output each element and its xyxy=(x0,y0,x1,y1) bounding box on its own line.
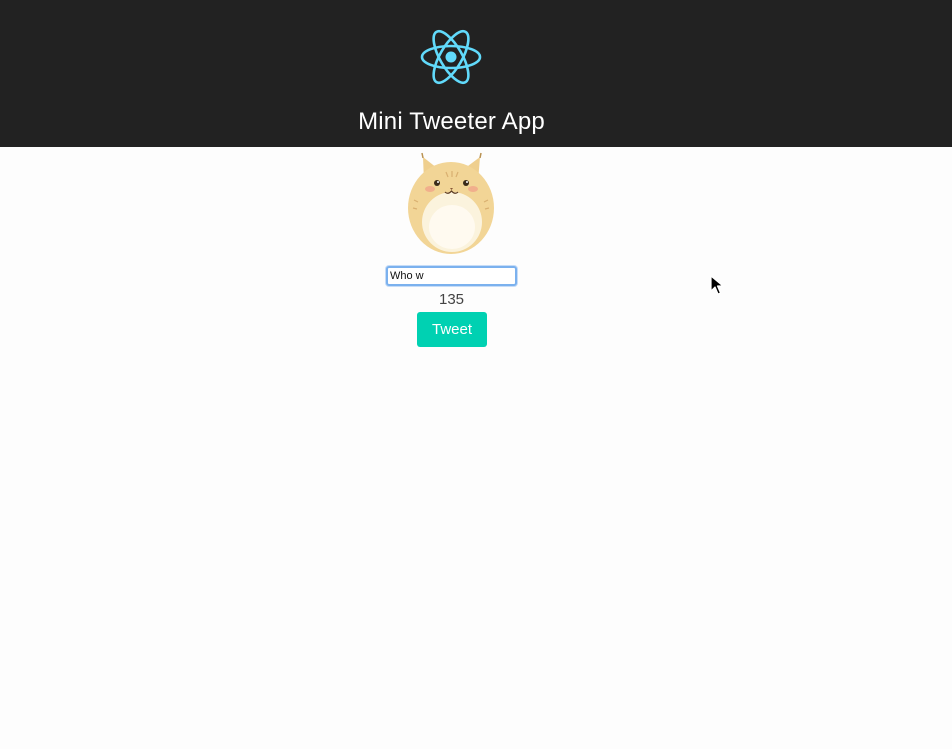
character-count: 135 xyxy=(438,291,465,308)
cat-avatar xyxy=(408,152,494,254)
tweet-button[interactable]: Tweet xyxy=(417,312,487,347)
tweet-input[interactable] xyxy=(386,266,517,286)
app-title: Mini Tweeter App xyxy=(358,108,545,135)
react-atom-icon xyxy=(420,29,482,85)
app-header: Mini Tweeter App xyxy=(0,0,952,147)
mouse-pointer-icon xyxy=(710,275,724,295)
